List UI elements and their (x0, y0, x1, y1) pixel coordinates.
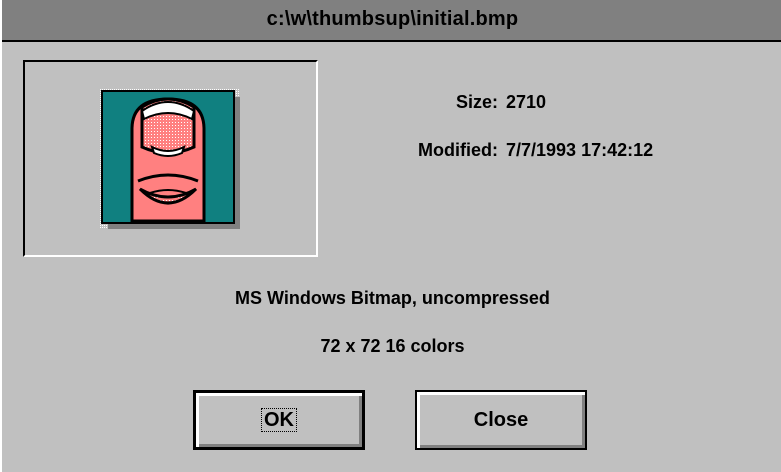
title-bar[interactable]: c:\w\thumbsup\initial.bmp (2, 0, 781, 42)
ok-button[interactable]: OK (193, 390, 365, 450)
close-button[interactable]: Close (415, 390, 587, 450)
file-info-dialog: c:\w\thumbsup\initial.bmp Size: 2710 Mod… (0, 0, 781, 472)
modified-label: Modified: (418, 140, 498, 160)
ok-button-label: OK (261, 408, 297, 432)
bitmap-preview-frame (23, 60, 318, 257)
size-label: Size: (455, 92, 498, 112)
size-value: 2710 (506, 92, 547, 112)
modified-value: 7/7/1993 17:42:12 (506, 140, 654, 160)
window-title: c:\w\thumbsup\initial.bmp (266, 8, 519, 30)
close-button-label: Close (473, 408, 529, 431)
file-format-text: MS Windows Bitmap, uncompressed (235, 288, 550, 308)
thumbs-up-bitmap-icon (100, 89, 240, 229)
image-dimensions-text: 72 x 72 16 colors (320, 336, 465, 356)
